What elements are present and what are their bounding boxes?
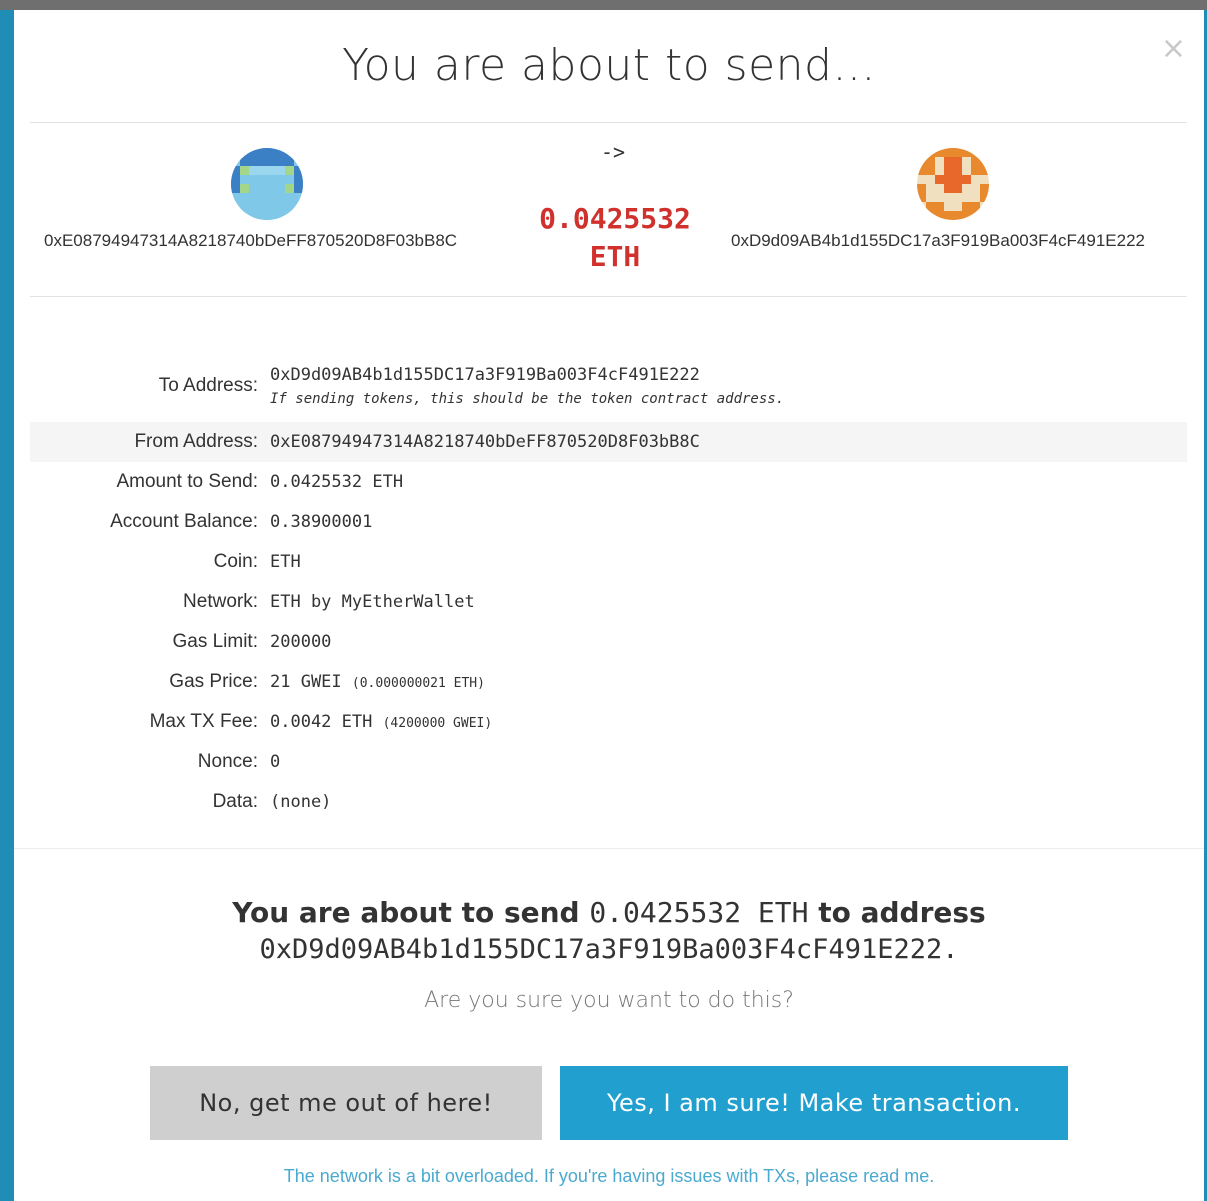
to-address-summary: 0xD9d09AB4b1d155DC17a3F919Ba003F4cF491E2…: [731, 231, 1145, 250]
confirm-question: Are you sure you want to do this?: [424, 988, 794, 1013]
detail-label: Gas Limit:: [172, 631, 258, 652]
confirm-sentence: You are about to send 0.0425532 ETH to a…: [14, 896, 1204, 929]
detail-row-data: Data: (none): [30, 782, 1187, 822]
detail-label: Amount to Send:: [116, 471, 258, 492]
detail-row-to-address: To Address: 0xD9d09AB4b1d155DC17a3F919Ba…: [30, 350, 1187, 422]
amount-value: 0.0425532 ETH: [270, 472, 404, 492]
gas-limit-value: 200000: [270, 632, 332, 652]
confirm-prefix: You are about to send: [232, 896, 580, 929]
max-fee-sub: (4200000 GWEI): [382, 716, 493, 731]
detail-row-nonce: Nonce: 0: [30, 742, 1187, 782]
nonce-value: 0: [270, 752, 281, 772]
detail-row-gas-limit: Gas Limit: 200000: [30, 622, 1187, 662]
confirm-middle: to address: [818, 896, 986, 929]
to-address-hint: If sending tokens, this should be the to…: [270, 391, 785, 407]
divider: [30, 296, 1187, 297]
detail-label: Data:: [212, 791, 258, 812]
background-strip-left: [0, 10, 10, 1201]
network-value: ETH by MyEtherWallet: [270, 592, 475, 612]
to-address-value: 0xD9d09AB4b1d155DC17a3F919Ba003F4cF491E2…: [270, 365, 700, 385]
detail-row-max-fee: Max TX Fee: 0.0042 ETH (4200000 GWEI): [30, 702, 1187, 742]
detail-label: Network:: [183, 591, 258, 612]
max-fee-main: 0.0042 ETH: [270, 712, 373, 732]
modal-title: You are about to send...: [342, 40, 876, 91]
arrow-icon: ->: [600, 140, 626, 164]
detail-label: From Address:: [134, 431, 258, 452]
gas-price-value: 21 GWEI (0.000000021 ETH): [270, 672, 485, 692]
from-address-value: 0xE08794947314A8218740bDeFF870520D8F03bB…: [270, 432, 700, 452]
detail-row-from-address: From Address: 0xE08794947314A8218740bDeF…: [30, 422, 1187, 462]
data-value: (none): [270, 792, 332, 812]
confirm-transaction-button[interactable]: Yes, I am sure! Make transaction.: [560, 1066, 1068, 1140]
send-confirmation-modal: × You are about to send... 0xE0879494731…: [14, 10, 1204, 1201]
detail-label: Gas Price:: [169, 671, 258, 692]
gas-price-main: 21 GWEI: [270, 672, 342, 692]
divider: [30, 122, 1187, 123]
background-strip-top: [0, 0, 1207, 10]
detail-row-network: Network: ETH by MyEtherWallet: [30, 582, 1187, 622]
confirm-address: 0xD9d09AB4b1d155DC17a3F919Ba003F4cF491E2…: [259, 934, 959, 965]
detail-label: Coin:: [213, 551, 258, 572]
balance-value: 0.38900001: [270, 512, 373, 532]
detail-label: Max TX Fee:: [149, 711, 258, 732]
cancel-button[interactable]: No, get me out of here!: [150, 1066, 542, 1140]
detail-row-gas-price: Gas Price: 21 GWEI (0.000000021 ETH): [30, 662, 1187, 702]
coin-value: ETH: [270, 552, 301, 572]
to-identicon-icon: [917, 148, 989, 220]
detail-row-amount: Amount to Send: 0.0425532 ETH: [30, 462, 1187, 502]
detail-label: To Address:: [158, 375, 258, 396]
gas-price-sub: (0.000000021 ETH): [351, 676, 485, 691]
max-fee-value: 0.0042 ETH (4200000 GWEI): [270, 712, 492, 732]
detail-value-group: 0xD9d09AB4b1d155DC17a3F919Ba003F4cF491E2…: [270, 365, 784, 407]
network-overloaded-link[interactable]: The network is a bit overloaded. If you'…: [14, 1166, 1204, 1187]
detail-label: Account Balance:: [110, 511, 258, 532]
detail-row-coin: Coin: ETH: [30, 542, 1187, 582]
detail-row-balance: Account Balance: 0.38900001: [30, 502, 1187, 542]
divider: [14, 848, 1204, 849]
detail-label: Nonce:: [197, 751, 258, 772]
transaction-details: To Address: 0xD9d09AB4b1d155DC17a3F919Ba…: [30, 350, 1187, 822]
confirm-amount: 0.0425532 ETH: [589, 896, 809, 929]
